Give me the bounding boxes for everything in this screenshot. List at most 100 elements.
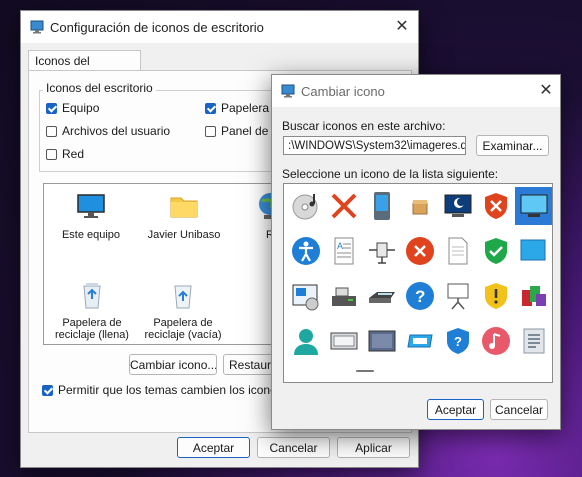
checkbox-box[interactable] (42, 384, 53, 396)
checkbox-equipo[interactable]: Equipo (46, 101, 99, 115)
change-icon-button[interactable]: Cambiar icono... (129, 354, 217, 375)
search-label: Buscar iconos en este archivo: (282, 119, 446, 133)
desktop-icon-label: Este equipo (61, 229, 121, 241)
screen-frame-icon (330, 332, 358, 350)
icon-cell[interactable] (287, 277, 325, 315)
icon-cell[interactable] (477, 187, 515, 225)
window-app-icon (281, 84, 295, 98)
svg-text:?: ? (454, 334, 462, 349)
checkbox-label: Red (62, 147, 85, 161)
icon-cell[interactable] (477, 232, 515, 270)
accept-button[interactable]: Aceptar (177, 437, 250, 458)
checkbox-box[interactable] (46, 102, 57, 114)
checkbox-user-files[interactable]: Archivos del usuario (46, 124, 170, 138)
file-path-value: :\WINDOWS\System32\imageres.dll (288, 140, 466, 152)
checkbox-label: Papelera (221, 101, 270, 115)
icon-grid[interactable]: A ? ? (283, 183, 553, 383)
help-icon: ? (406, 282, 434, 310)
icon-cell[interactable] (325, 187, 363, 225)
checkbox-network[interactable]: Red (46, 147, 84, 161)
icon-cell[interactable] (477, 322, 515, 360)
desktop-icon-recycle-empty[interactable]: Papelera de reciclaje (vacía) (140, 280, 226, 341)
icon-cell[interactable] (477, 277, 515, 315)
projector-screen-icon (447, 283, 469, 310)
media-window-icon (368, 330, 396, 352)
scanner-icon (332, 287, 356, 306)
checkbox-box[interactable] (205, 125, 216, 137)
icon-cell[interactable] (401, 187, 439, 225)
cancel-button[interactable]: Cancelar (257, 437, 330, 458)
tab-desktop-icons[interactable]: Iconos del escritorio (28, 50, 141, 88)
apply-button[interactable]: Aplicar (337, 437, 410, 458)
icon-cell[interactable] (439, 277, 477, 315)
desktop-icon-label: Javier Unibaso (147, 229, 221, 241)
recycle-bin-empty-icon (174, 285, 192, 309)
package-icon (412, 200, 428, 215)
icon-cell[interactable] (287, 322, 325, 360)
close-icon[interactable]: ✕ (536, 81, 556, 101)
desktop-icon-label: Papelera de reciclaje (vacía) (144, 317, 222, 341)
blank-document-icon (448, 237, 468, 265)
icon-cell[interactable] (325, 277, 363, 315)
folder-icon (170, 197, 198, 218)
browse-button[interactable]: Examinar... (476, 135, 549, 156)
close-icon[interactable]: ✕ (392, 17, 412, 37)
dialog-accept-button[interactable]: Aceptar (427, 399, 484, 420)
dialog-cancel-button[interactable]: Cancelar (490, 399, 548, 420)
checkbox-control-panel[interactable]: Panel de (205, 124, 268, 138)
document-list-icon (523, 328, 545, 354)
monitor-moon-icon (444, 194, 472, 217)
music-icon (482, 327, 510, 355)
svg-text:?: ? (415, 287, 425, 306)
checkbox-allow-themes[interactable]: Permitir que los temas cambien los icono… (42, 383, 302, 397)
pda-icon (374, 192, 390, 220)
icon-cell[interactable] (363, 187, 401, 225)
checkbox-box[interactable] (46, 125, 57, 137)
checkbox-papelera[interactable]: Papelera (205, 101, 269, 115)
icon-cell[interactable] (515, 277, 552, 315)
file-path-input[interactable]: :\WINDOWS\System32\imageres.dll (283, 136, 466, 155)
red-x-icon (331, 193, 357, 219)
checkbox-label: Permitir que los temas cambien los icono… (58, 383, 303, 397)
user-icon (294, 329, 318, 355)
error-icon (406, 237, 434, 265)
title-bar: Cambiar icono ✕ (272, 75, 560, 107)
icon-cell[interactable] (325, 322, 363, 360)
icon-cell[interactable] (363, 232, 401, 270)
icon-cell[interactable] (401, 232, 439, 270)
icon-cell-selected[interactable] (515, 187, 552, 225)
icon-cell[interactable]: ? (401, 277, 439, 315)
checkbox-box[interactable] (205, 102, 216, 114)
presentation-icon (292, 284, 319, 311)
icon-cell[interactable] (287, 232, 325, 270)
desktop-icon-user-folder[interactable]: Javier Unibaso (142, 190, 226, 241)
icon-cell[interactable] (287, 187, 325, 225)
icon-cell[interactable] (439, 232, 477, 270)
select-label: Seleccione un icono de la lista siguient… (282, 167, 499, 181)
desktop-icon-recycle-full[interactable]: Papelera de reciclaje (llena) (50, 280, 134, 341)
svg-text:A: A (337, 241, 343, 251)
shield-check-icon (485, 238, 507, 264)
shield-warning-icon (485, 283, 507, 309)
monitor-blue-icon (520, 239, 546, 261)
icon-cell[interactable] (515, 322, 552, 360)
icon-cell[interactable] (401, 322, 439, 360)
icon-cell[interactable] (363, 277, 401, 315)
icon-cell[interactable] (515, 232, 552, 270)
title-bar: Configuración de iconos de escritorio ✕ (21, 11, 418, 43)
window-title: Configuración de iconos de escritorio (50, 20, 264, 35)
accessibility-icon (292, 237, 320, 265)
icon-cell[interactable] (439, 187, 477, 225)
desktop-icon-this-pc[interactable]: Este equipo (54, 190, 128, 241)
recycle-bin-full-icon (83, 283, 101, 309)
shield-x-icon (485, 193, 507, 219)
icon-cell[interactable]: A (325, 232, 363, 270)
cd-audio-icon (292, 194, 318, 220)
icon-cell[interactable]: ? (439, 322, 477, 360)
shield-help-icon: ? (447, 328, 469, 354)
icon-cell[interactable] (363, 322, 401, 360)
horizontal-scrollbar-thumb[interactable] (356, 370, 374, 372)
checkbox-box[interactable] (46, 148, 57, 160)
checkbox-label: Panel de (221, 124, 269, 138)
flatbed-scanner-icon (369, 292, 395, 303)
